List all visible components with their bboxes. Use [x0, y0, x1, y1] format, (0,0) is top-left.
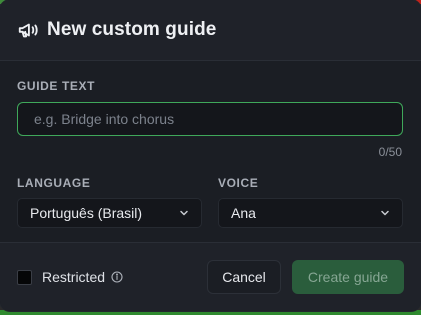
voice-label: VOICE	[218, 176, 259, 190]
new-custom-guide-dialog: New custom guide GUIDE TEXT e.g. Bridge …	[0, 0, 421, 311]
language-voice-row: LANGUAGE Português (Brasil) VOICE Ana	[17, 176, 404, 228]
cancel-button[interactable]: Cancel	[207, 260, 281, 294]
restricted-label[interactable]: Restricted	[42, 269, 105, 285]
character-counter: 0/50	[378, 145, 402, 159]
language-field: LANGUAGE Português (Brasil)	[17, 176, 202, 228]
language-select[interactable]: Português (Brasil)	[17, 198, 202, 228]
dialog-header: New custom guide	[0, 0, 421, 61]
megaphone-icon	[17, 19, 39, 41]
voice-select[interactable]: Ana	[218, 198, 403, 228]
language-label: LANGUAGE	[17, 176, 91, 190]
chevron-down-icon	[380, 208, 390, 218]
dialog-footer: Restricted Cancel Create guide	[0, 242, 421, 311]
dialog-body: GUIDE TEXT e.g. Bridge into chorus 0/50 …	[0, 61, 421, 228]
restricted-checkbox[interactable]	[17, 269, 32, 285]
language-selected-value: Português (Brasil)	[30, 205, 143, 221]
voice-field: VOICE Ana	[218, 176, 403, 228]
dialog-title: New custom guide	[47, 19, 217, 40]
guide-text-placeholder: e.g. Bridge into chorus	[34, 111, 175, 127]
chevron-down-icon	[179, 208, 189, 218]
guide-text-input[interactable]: e.g. Bridge into chorus	[17, 102, 403, 136]
create-guide-button[interactable]: Create guide	[292, 260, 404, 294]
info-icon[interactable]	[111, 271, 123, 283]
guide-text-label: GUIDE TEXT	[17, 79, 96, 93]
voice-selected-value: Ana	[231, 205, 256, 221]
